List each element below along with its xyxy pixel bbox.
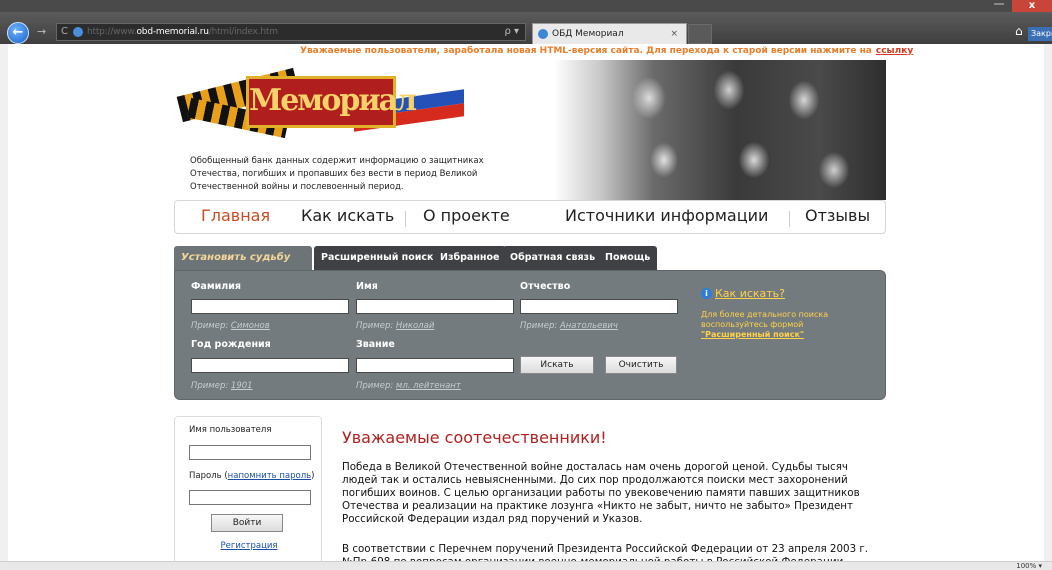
password-label: Пароль (напомнить пароль) — [189, 471, 315, 481]
surname-label: Фамилия — [191, 281, 241, 292]
name-example-link[interactable]: Николай — [396, 321, 434, 331]
clear-button[interactable]: Очистить — [605, 356, 677, 374]
tab-favicon-icon — [538, 29, 548, 39]
menu-item-feedback[interactable]: Отзывы — [805, 206, 870, 225]
memorial-logo[interactable]: Мемориал — [174, 60, 474, 150]
info-icon: i — [701, 288, 712, 299]
search-dropdown-icon[interactable]: ρ ▾ — [504, 24, 519, 40]
article-title: Уважаемые соотечественники! — [342, 428, 607, 447]
site-favicon-icon — [73, 27, 83, 37]
search-button[interactable]: Искать — [520, 356, 594, 374]
menu-divider — [789, 211, 790, 227]
window-titlebar: x — [0, 0, 1052, 12]
patronymic-label: Отчество — [520, 281, 571, 292]
window-close-button[interactable]: x — [1012, 0, 1052, 12]
surname-example-link[interactable]: Симонов — [231, 321, 270, 331]
veterans-photo — [554, 60, 886, 200]
patronymic-input[interactable] — [520, 299, 678, 314]
username-label: Имя пользователя — [189, 425, 272, 435]
tab-advanced-search[interactable]: Расширенный поиск — [314, 246, 441, 270]
birth-year-input[interactable] — [191, 358, 349, 373]
rank-hint: Пример: мл. лейтенант — [356, 381, 461, 391]
how-to-search-box: i Как искать? Для более детального поиска… — [701, 283, 841, 340]
url-host: obd-memorial.ru — [136, 27, 209, 37]
birth-year-label: Год рождения — [191, 339, 271, 350]
page-left-gutter — [0, 44, 8, 561]
page-right-gutter — [1044, 44, 1052, 561]
zoom-control[interactable]: 100% ▾ — [1016, 562, 1042, 570]
advanced-search-link[interactable]: "Расширенный поиск" — [701, 330, 804, 339]
tab-feedback[interactable]: Обратная связь — [503, 246, 603, 270]
address-url[interactable]: http://www.obd-memorial.ru/html/index.ht… — [87, 24, 278, 40]
birth-year-example-link[interactable]: 1901 — [231, 381, 253, 391]
surname-hint: Пример: Симонов — [191, 321, 270, 331]
forward-arrow-icon[interactable]: → — [37, 25, 46, 38]
remind-password-link[interactable]: напомнить пароль — [228, 471, 312, 481]
name-label: Имя — [356, 281, 378, 292]
patronymic-example-link[interactable]: Анатольевич — [560, 321, 618, 331]
home-icon[interactable]: ⌂ — [1015, 24, 1023, 38]
favorites-button[interactable]: Закры — [1028, 27, 1052, 41]
patronymic-hint: Пример: Анатольевич — [520, 321, 618, 331]
refresh-icon[interactable]: C — [61, 24, 68, 40]
menu-item-sources[interactable]: Источники информации — [565, 206, 768, 225]
notice-text: Уважаемые пользователи, заработала новая… — [300, 46, 872, 56]
old-version-link[interactable]: ссылку — [876, 46, 913, 56]
minimize-button[interactable] — [994, 3, 1004, 5]
menu-item-how-to-search[interactable]: Как искать — [301, 206, 394, 225]
rank-example-link[interactable]: мл. лейтенант — [396, 381, 461, 391]
login-form: Имя пользователя Пароль (напомнить парол… — [174, 416, 322, 566]
rank-label: Звание — [356, 339, 395, 350]
birth-year-hint: Пример: 1901 — [191, 381, 253, 391]
rank-input[interactable] — [356, 358, 514, 373]
how-to-search-link[interactable]: Как искать? — [715, 287, 785, 300]
tab-close-icon[interactable]: × — [670, 24, 678, 44]
tab-find-fate[interactable]: Установить судьбу — [174, 246, 312, 270]
menu-item-home[interactable]: Главная — [201, 206, 270, 225]
menu-divider — [405, 211, 406, 227]
zoom-level: 100% — [1016, 562, 1037, 570]
surname-input[interactable] — [191, 299, 349, 314]
tab-help[interactable]: Помощь — [598, 246, 658, 270]
register-link[interactable]: Регистрация — [175, 541, 323, 551]
password-input[interactable] — [189, 490, 311, 505]
main-menu: Главная Как искать О проекте Источники и… — [174, 200, 886, 234]
address-bar[interactable]: C http://www.obd-memorial.ru/html/index.… — [56, 23, 526, 41]
site-header: Мемориал Обобщенный банк данных содержит… — [174, 60, 886, 200]
name-input[interactable] — [356, 299, 514, 314]
site-description: Обобщенный банк данных содержит информац… — [190, 156, 484, 192]
search-panel: Фамилия Имя Отчество Пример: Симонов При… — [174, 270, 886, 400]
tab-favorites[interactable]: Избранное — [433, 246, 507, 270]
site-notice: Уважаемые пользователи, заработала новая… — [300, 46, 913, 56]
status-bar: 100% ▾ — [0, 561, 1052, 570]
new-tab-button[interactable] — [688, 24, 712, 44]
login-button[interactable]: Войти — [211, 514, 283, 532]
article-paragraph: Победа в Великой Отечественной войне дос… — [342, 461, 860, 525]
back-arrow-icon[interactable]: ← — [7, 22, 29, 44]
menu-item-about[interactable]: О проекте — [423, 206, 510, 225]
username-input[interactable] — [189, 445, 311, 460]
name-hint: Пример: Николай — [356, 321, 435, 331]
browser-tab[interactable]: ОБД Мемориал × — [532, 23, 687, 44]
how-to-search-text: Для более детального поиска воспользуйте… — [701, 310, 829, 339]
zoom-dropdown-icon[interactable]: ▾ — [1038, 562, 1042, 570]
tab-title: ОБД Мемориал — [552, 29, 624, 39]
logo-text: Мемориал — [246, 76, 417, 128]
